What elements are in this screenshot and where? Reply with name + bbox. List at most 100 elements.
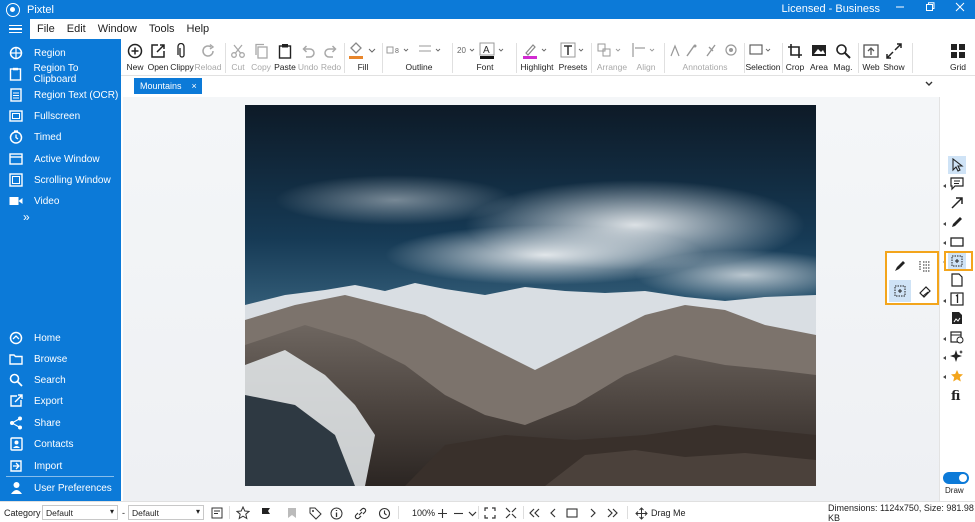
sidebar-item-share[interactable]: Share [0,413,121,433]
expand-caret-icon[interactable] [943,337,946,341]
pointer-tool-icon[interactable] [948,156,966,174]
link-icon[interactable] [352,505,368,521]
paste-button[interactable]: Paste [274,41,296,75]
menu-help[interactable]: Help [187,23,210,35]
align-button[interactable]: Align [631,41,661,75]
subcategory-select[interactable]: Default ▾ [128,505,204,520]
bookmark-icon[interactable] [284,505,300,521]
highlight-button[interactable]: Highlight [519,41,555,75]
open-button[interactable]: Open [147,41,169,75]
new-button[interactable]: New [126,41,144,75]
show-button[interactable]: Show [883,41,905,75]
undo-button[interactable]: Undo [297,41,319,75]
sidebar-item-home[interactable]: Home [0,328,121,348]
callout-tool-icon[interactable] [948,175,966,193]
grid-button[interactable]: Grid [947,41,969,75]
crop-button[interactable]: Crop [785,41,805,75]
minimize-button[interactable] [885,0,915,19]
fit-to-window-icon[interactable] [482,505,498,521]
menu-window[interactable]: Window [98,23,137,35]
image-stamp-tool-icon[interactable] [948,309,966,327]
expand-caret-icon[interactable] [943,356,946,360]
sidebar-item-scrolling-window[interactable]: Scrolling Window [0,170,121,190]
sidebar-item-export[interactable]: Export [0,391,121,411]
tag-icon[interactable] [307,505,323,521]
outline-button[interactable]: 8 Outline [385,41,453,75]
next-page-icon[interactable] [585,505,601,521]
redo-button[interactable]: Redo [320,41,342,75]
sidebar-more-icon[interactable]: » [23,210,30,224]
tab-list-chevron-icon[interactable] [921,78,937,94]
selection-button[interactable]: Selection [746,41,780,75]
close-window-button[interactable] [945,0,975,19]
copy-button[interactable]: Copy [250,41,272,75]
page-tool-icon[interactable] [948,271,966,289]
rectangle-tool-icon[interactable] [948,233,966,251]
web-button[interactable]: Web [861,41,881,75]
sidebar-item-contacts[interactable]: Contacts [0,434,121,454]
pen-tool-icon[interactable] [889,255,911,277]
hamburger-menu-icon[interactable] [0,19,30,39]
edit-tags-icon[interactable] [209,505,225,521]
zoom-level[interactable]: 100% [412,505,435,521]
menu-file[interactable]: File [37,23,55,35]
drag-move-icon[interactable] [633,505,649,521]
cut-button[interactable]: Cut [229,41,247,75]
pencil-tool-icon[interactable] [948,213,966,231]
expand-caret-icon[interactable] [943,241,946,245]
mountain-photo[interactable] [245,105,816,486]
expand-caret-icon[interactable] [943,299,946,303]
tab-mountains[interactable]: Mountains × [134,78,202,94]
sidebar-item-import[interactable]: Import [0,456,121,476]
magnify-button[interactable]: Mag. [831,41,855,75]
zoom-in-icon[interactable] [434,505,450,521]
previous-page-icon[interactable] [545,505,561,521]
sidebar-item-video[interactable]: Video [0,191,121,211]
first-page-icon[interactable] [526,505,542,521]
arrow-tool-icon[interactable] [948,194,966,212]
gallery-view-icon[interactable] [564,505,580,521]
dotted-selection-tool-icon[interactable] [889,280,911,302]
last-page-icon[interactable] [605,505,621,521]
sidebar-item-browse[interactable]: Browse [0,349,121,369]
menu-edit[interactable]: Edit [67,23,86,35]
menu-tools[interactable]: Tools [149,23,175,35]
fill-button[interactable]: Fill [347,41,379,75]
clippy-button[interactable]: Clippy [170,41,194,75]
ligature-text-tool-icon[interactable]: fi [948,386,966,404]
info-icon[interactable] [328,505,344,521]
history-icon[interactable] [376,505,392,521]
expand-caret-icon[interactable] [943,184,946,188]
sidebar-item-fullscreen[interactable]: Fullscreen [0,106,121,126]
flag-icon[interactable] [258,505,274,521]
sidebar-item-timed[interactable]: Timed [0,127,121,147]
eraser-tool-icon[interactable] [914,280,936,302]
font-button[interactable]: 20 A Font [455,41,515,75]
calendar-settings-tool-icon[interactable] [948,328,966,346]
expand-caret-icon[interactable] [943,222,946,226]
sidebar-item-region-text-ocr[interactable]: Region Text (OCR) [0,85,121,105]
dotted-lines-tool-icon[interactable] [914,255,936,277]
drag-me-label[interactable]: Drag Me [651,505,686,521]
area-button[interactable]: Area [808,41,830,75]
star-outline-icon[interactable] [235,505,251,521]
annotations-button[interactable]: Annotations [667,41,743,75]
sidebar-item-region[interactable]: Region [0,43,121,63]
category-select[interactable]: Default ▾ [42,505,118,520]
reload-button[interactable]: Reload [195,41,221,75]
sparkle-tool-icon[interactable] [948,347,966,365]
arrange-button[interactable]: Arrange [594,41,630,75]
sidebar-item-active-window[interactable]: Active Window [0,149,121,169]
actual-size-icon[interactable] [503,505,519,521]
sidebar-item-search[interactable]: Search [0,370,121,390]
star-tool-icon[interactable] [948,367,966,385]
sidebar-item-user-preferences[interactable]: User Preferences [0,478,121,498]
draw-toggle[interactable] [943,472,969,484]
step-number-tool-icon[interactable] [948,290,966,308]
expand-caret-icon[interactable] [943,375,946,379]
tab-close-icon[interactable]: × [192,81,197,91]
presets-button[interactable]: Presets [558,41,588,75]
restore-button[interactable] [915,0,945,19]
home-icon [9,331,23,345]
sidebar-item-region-to-clipboard[interactable]: Region To Clipboard [0,63,121,85]
